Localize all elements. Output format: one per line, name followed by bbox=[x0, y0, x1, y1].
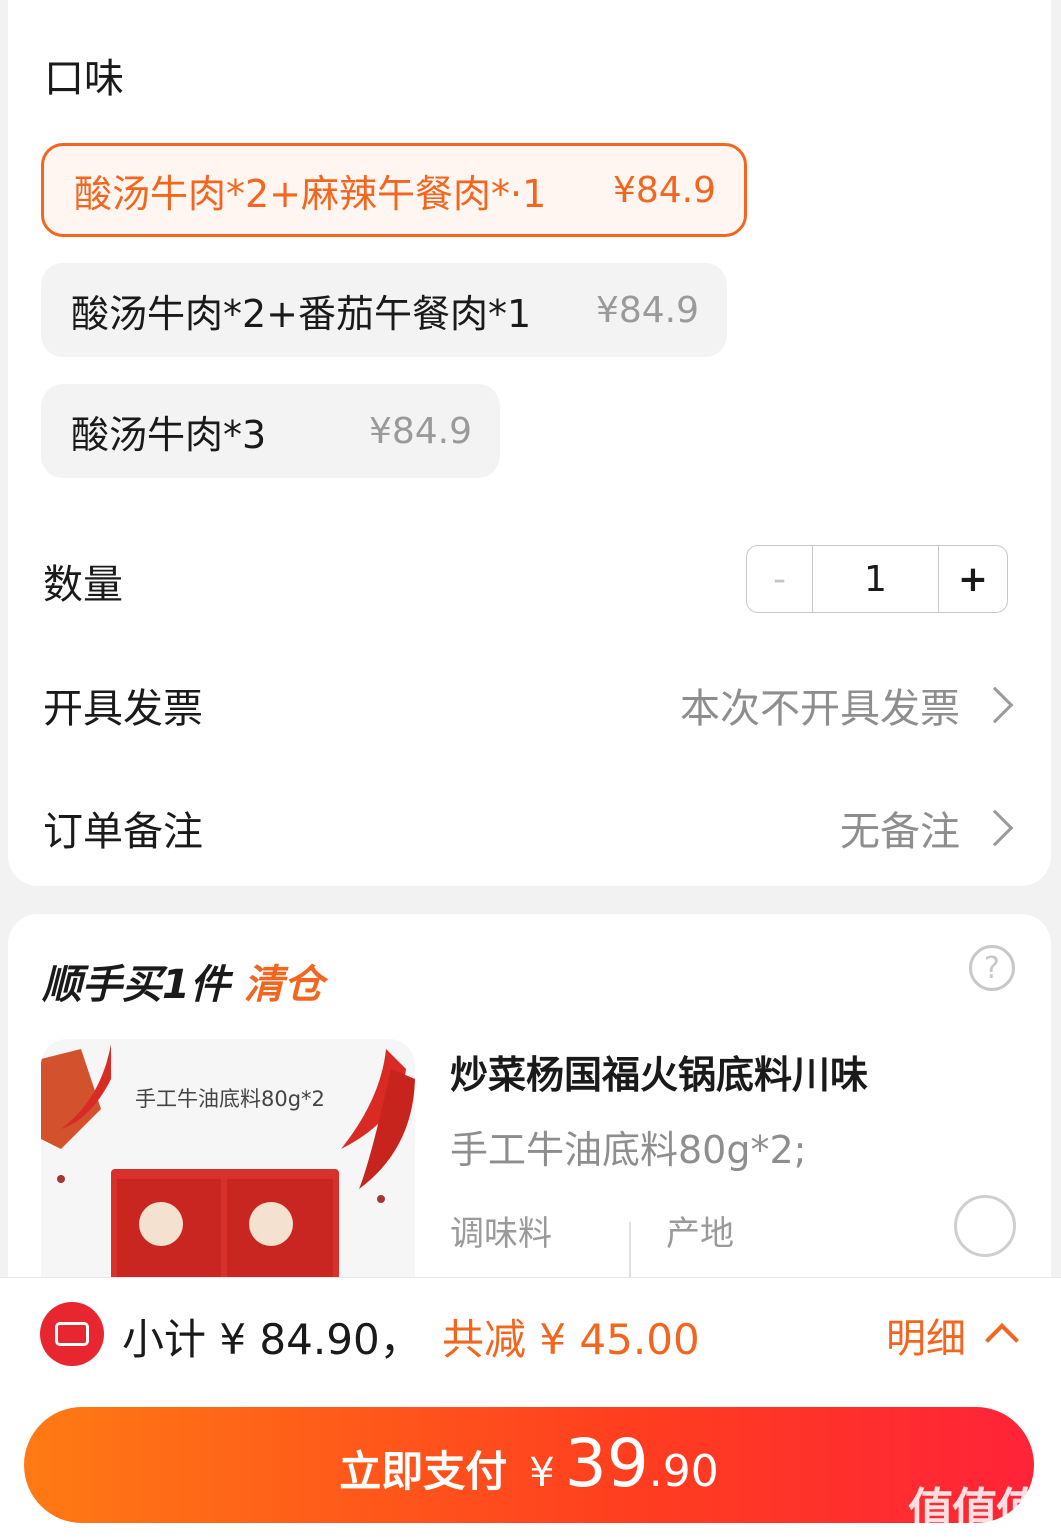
chevron-right-icon bbox=[976, 686, 1014, 724]
order-options-card: 口味 酸汤牛肉*2+麻辣午餐肉*·1 ¥84.9 酸汤牛肉*2+番茄午餐肉*1 … bbox=[8, 0, 1051, 886]
watermark-url: zhizhizhi.com bbox=[912, 1522, 1014, 1539]
pay-now-button[interactable]: 立即支付 ¥ 39 .90 bbox=[24, 1407, 1034, 1523]
flavor-option-2[interactable]: 酸汤牛肉*2+番茄午餐肉*1 ¥84.9 bbox=[41, 263, 727, 357]
flavor-title: 口味 bbox=[44, 56, 124, 102]
remark-label: 订单备注 bbox=[43, 809, 203, 855]
quantity-input[interactable]: 1 bbox=[813, 546, 939, 612]
attr-divider bbox=[629, 1222, 631, 1282]
product-image[interactable]: 手工牛油底料80g*2 bbox=[41, 1039, 415, 1314]
product-attr-origin: 产地 bbox=[666, 1214, 734, 1254]
flavor-option-name: 酸汤牛肉*2+番茄午餐肉*1 bbox=[71, 291, 532, 336]
detail-toggle[interactable]: 明细 bbox=[886, 1306, 966, 1364]
product-attr-category: 调味料 bbox=[450, 1214, 552, 1254]
invoice-row[interactable]: 开具发票 本次不开具发票 bbox=[43, 676, 1018, 734]
addon-title-text: 顺手买1件 bbox=[42, 962, 230, 1008]
checkout-bar: 小计 ¥ 84.90， 共减 ¥ 45.00 明细 立即支付 ¥ 39 .90 … bbox=[0, 1277, 1061, 1539]
flavor-option-name: 酸汤牛肉*2+麻辣午餐肉*·1 bbox=[74, 171, 547, 216]
pay-label: 立即支付 bbox=[339, 1447, 508, 1496]
pay-currency: ¥ bbox=[529, 1450, 555, 1496]
flavor-option-price: ¥84.9 bbox=[368, 410, 472, 452]
discount-text: 共减 ¥ 45.00 bbox=[442, 1315, 700, 1364]
flavor-option-3[interactable]: 酸汤牛肉*3 ¥84.9 bbox=[41, 384, 500, 478]
chevron-up-icon[interactable] bbox=[985, 1323, 1019, 1357]
chili-illustration bbox=[41, 1044, 415, 1314]
addon-card: 顺手买1件 清仓 ? 手工牛油底料80g*2 炒菜杨国福火锅底料川味 手工牛油底… bbox=[8, 914, 1051, 1314]
help-icon[interactable]: ? bbox=[969, 945, 1015, 991]
quantity-stepper[interactable]: - 1 + bbox=[746, 545, 1008, 613]
remark-value: 无备注 bbox=[840, 809, 960, 855]
subtotal-text: 小计 ¥ 84.90， bbox=[122, 1315, 422, 1364]
flavor-option-1[interactable]: 酸汤牛肉*2+麻辣午餐肉*·1 ¥84.9 bbox=[41, 143, 747, 237]
invoice-label: 开具发票 bbox=[43, 686, 203, 732]
product-image-caption: 手工牛油底料80g*2 bbox=[135, 1087, 325, 1111]
pay-amount-integer: 39 bbox=[564, 1425, 649, 1502]
increment-button[interactable]: + bbox=[939, 546, 1007, 612]
coupon-icon bbox=[40, 1302, 104, 1366]
flavor-option-price: ¥84.9 bbox=[595, 289, 699, 331]
invoice-value: 本次不开具发票 bbox=[680, 686, 960, 732]
flavor-option-name: 酸汤牛肉*3 bbox=[71, 412, 267, 457]
chevron-right-icon bbox=[976, 809, 1014, 847]
select-radio[interactable] bbox=[954, 1195, 1016, 1257]
remark-row[interactable]: 订单备注 无备注 bbox=[43, 799, 1018, 857]
decrement-button[interactable]: - bbox=[747, 546, 813, 612]
addon-title-accent: 清仓 bbox=[243, 962, 324, 1008]
pay-amount-decimal: .90 bbox=[648, 1446, 719, 1497]
flavor-option-price: ¥84.9 bbox=[612, 169, 716, 211]
addon-title: 顺手买1件 清仓 bbox=[42, 952, 324, 1010]
product-spec: 手工牛油底料80g*2; bbox=[450, 1128, 807, 1172]
product-title[interactable]: 炒菜杨国福火锅底料川味 bbox=[450, 1044, 868, 1099]
